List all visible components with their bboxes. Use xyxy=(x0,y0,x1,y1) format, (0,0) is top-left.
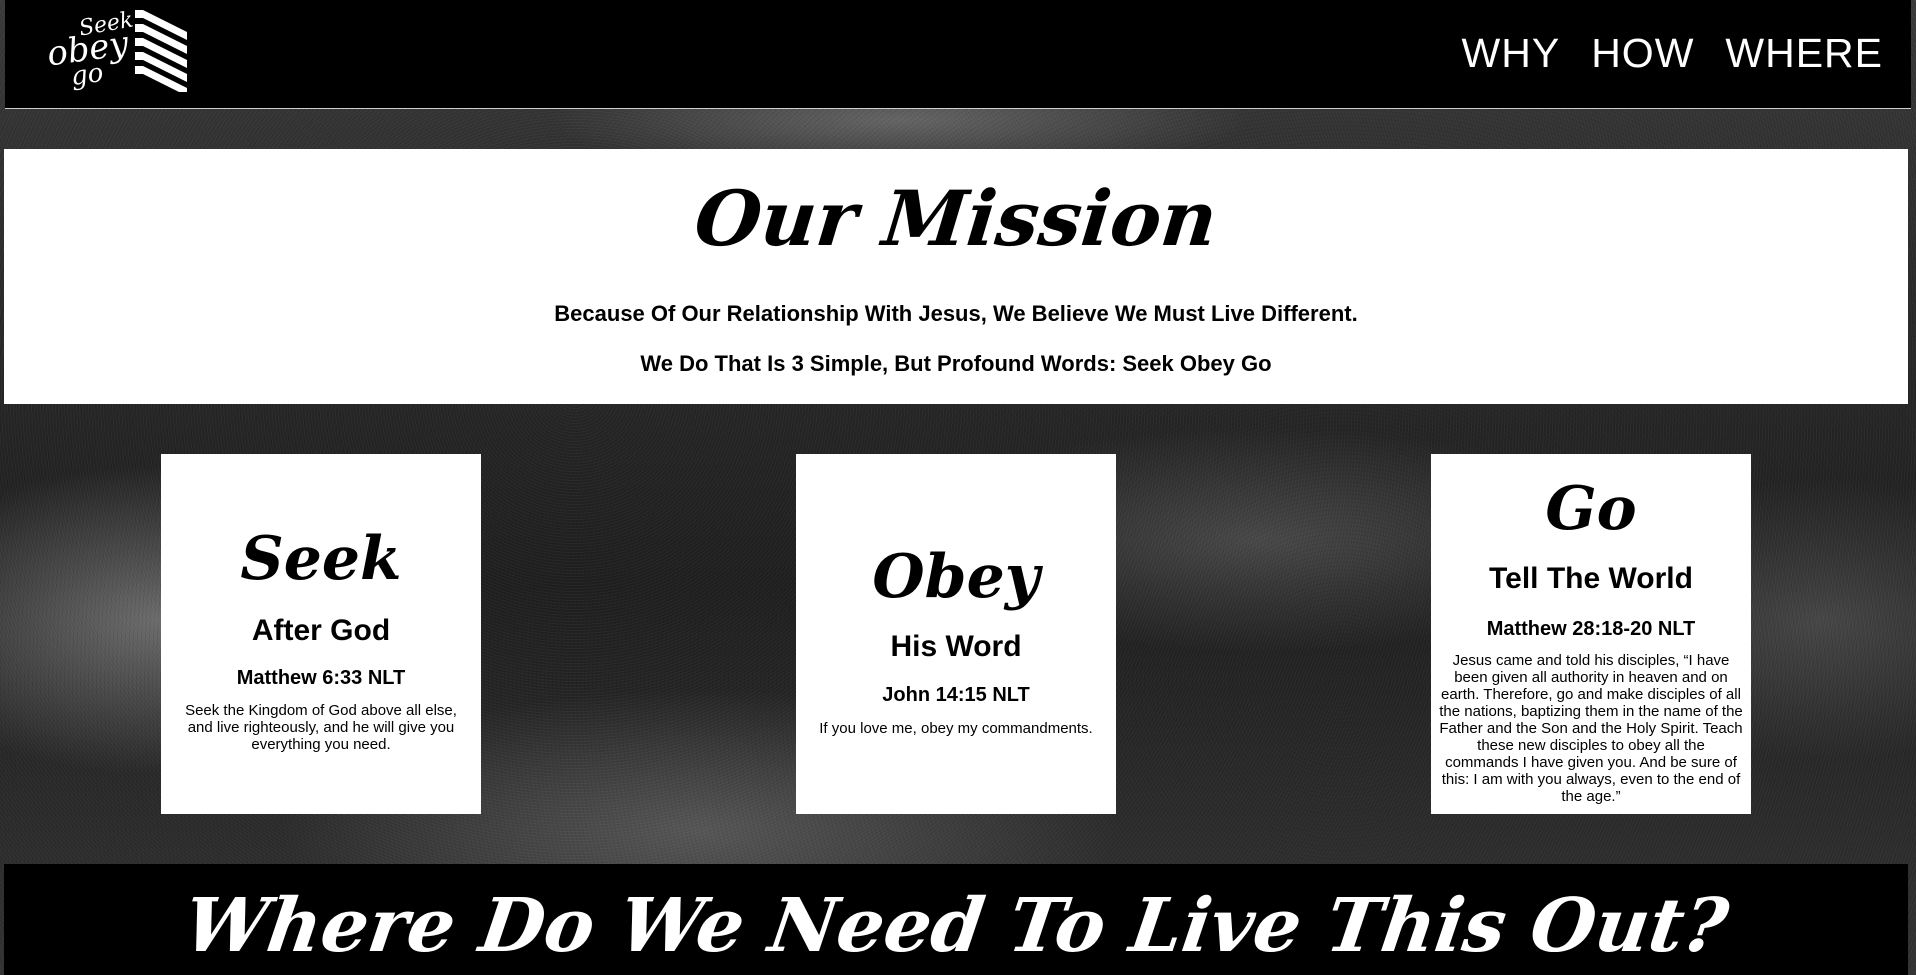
logo-link[interactable]: Seek obey go xyxy=(41,6,191,94)
nav-how[interactable]: HOW xyxy=(1591,30,1694,76)
card-subtitle: Tell The World xyxy=(1489,562,1693,595)
card-subtitle: After God xyxy=(251,614,391,647)
mission-panel: Our Mission Because Of Our Relationship … xyxy=(4,149,1908,404)
card-subtitle: His Word xyxy=(890,630,1022,663)
card-script-title: Obey xyxy=(872,542,1040,612)
where-banner: Where Do We Need To Live This Out? xyxy=(4,864,1908,975)
chevron-stack-icon xyxy=(135,10,187,92)
logo-word-go: go xyxy=(69,57,106,93)
card-obey: Obey His Word John 14:15 NLT If you love… xyxy=(796,454,1116,814)
mission-statement-line1: Because Of Our Relationship With Jesus, … xyxy=(554,301,1358,326)
card-verse-text: Jesus came and told his disciples, “I ha… xyxy=(1439,652,1743,805)
card-script-title: Go xyxy=(1545,474,1637,544)
card-verse-reference: Matthew 28:18-20 NLT xyxy=(1486,618,1696,640)
card-verse-reference: John 14:15 NLT xyxy=(882,684,1030,706)
card-verse-text: If you love me, obey my commandments. xyxy=(819,720,1093,737)
nav-why[interactable]: WHY xyxy=(1462,30,1561,76)
banner-title: Where Do We Need To Live This Out? xyxy=(178,883,1734,969)
card-script-title: Seek xyxy=(240,524,402,594)
main-nav: WHY HOW WHERE xyxy=(1462,30,1883,76)
page: Seek obey go WHY HOW WHERE Our Mission B… xyxy=(0,0,1916,975)
card-verse-text: Seek the Kingdom of God above all else, … xyxy=(185,702,457,753)
card-verse-reference: Matthew 6:33 NLT xyxy=(236,667,406,689)
card-seek: Seek After God Matthew 6:33 NLT Seek the… xyxy=(161,454,481,814)
mission-statement-line2: We Do That Is 3 Simple, But Profound Wor… xyxy=(640,351,1272,376)
site-header: Seek obey go WHY HOW WHERE xyxy=(5,0,1911,109)
nav-where[interactable]: WHERE xyxy=(1725,30,1883,76)
card-go: Go Tell The World Matthew 28:18-20 NLT J… xyxy=(1431,454,1751,814)
mission-title: Our Mission xyxy=(690,174,1222,263)
